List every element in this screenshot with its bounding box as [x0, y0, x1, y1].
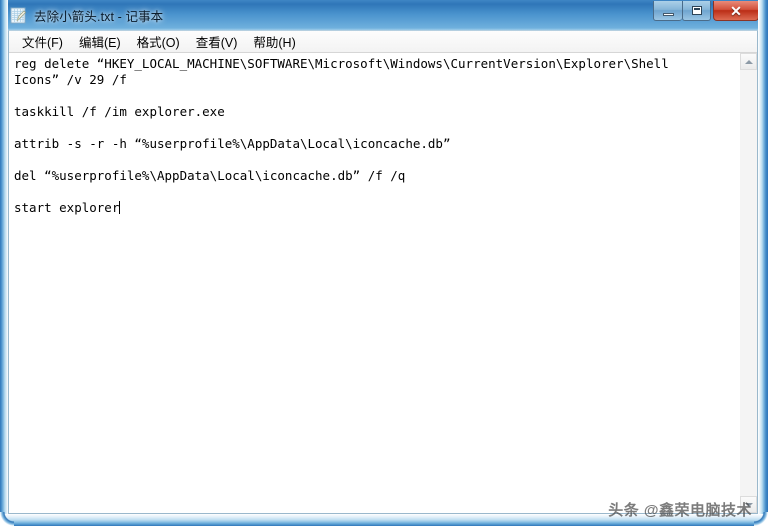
close-button[interactable]: ✕ [713, 1, 759, 21]
minimize-icon [662, 12, 674, 16]
editor-line: reg delete “HKEY_LOCAL_MACHINE\SOFTWARE\… [14, 56, 669, 71]
menu-item-file[interactable]: 文件(F) [14, 30, 71, 53]
window-border-bottom [0, 514, 768, 526]
scrollbar-track[interactable] [740, 70, 757, 496]
text-editor[interactable]: reg delete “HKEY_LOCAL_MACHINE\SOFTWARE\… [9, 53, 739, 513]
menu-item-format[interactable]: 格式(O) [129, 30, 188, 53]
window-corner-bottom-left [0, 512, 14, 526]
menu-bar: 文件(F) 编辑(E) 格式(O) 查看(V) 帮助(H) [9, 31, 757, 53]
window-corner-bottom-right [754, 512, 768, 526]
scroll-up-button[interactable] [740, 53, 757, 70]
title-bar[interactable]: 去除小箭头.txt - 记事本 ✕ [0, 0, 768, 30]
window-client-area: 文件(F) 编辑(E) 格式(O) 查看(V) 帮助(H) reg delete… [8, 30, 758, 514]
scroll-up-arrow-icon [744, 59, 753, 64]
menu-item-view[interactable]: 查看(V) [188, 30, 246, 53]
minimize-button[interactable] [653, 1, 682, 21]
editor-line: attrib -s -r -h “%userprofile%\AppData\L… [14, 136, 451, 151]
text-caret [119, 201, 121, 214]
window-border-right [758, 0, 768, 526]
scroll-down-arrow-icon [744, 502, 753, 507]
notepad-window: 去除小箭头.txt - 记事本 ✕ 文件(F) 编辑(E) 格式(O) 查看(V… [0, 0, 768, 526]
editor-line: Icons” /v 29 /f [14, 72, 127, 87]
editor-line-text: start explorer [14, 200, 120, 215]
close-icon: ✕ [730, 2, 742, 19]
editor-line: taskkill /f /im explorer.exe [14, 104, 225, 119]
editor-line-with-caret: start explorer [14, 200, 739, 216]
window-controls: ✕ [653, 1, 759, 22]
notepad-document-icon [10, 7, 27, 24]
menu-item-edit[interactable]: 编辑(E) [71, 30, 129, 53]
maximize-button[interactable] [682, 1, 711, 21]
window-title: 去除小箭头.txt - 记事本 [34, 10, 164, 24]
menu-item-help[interactable]: 帮助(H) [245, 30, 303, 53]
vertical-scrollbar[interactable] [739, 53, 757, 513]
maximize-icon [691, 6, 702, 15]
editor-line: del “%userprofile%\AppData\Local\iconcac… [14, 168, 406, 183]
scroll-down-button[interactable] [740, 496, 757, 513]
editor-region: reg delete “HKEY_LOCAL_MACHINE\SOFTWARE\… [9, 53, 757, 513]
window-border-left [0, 0, 8, 526]
